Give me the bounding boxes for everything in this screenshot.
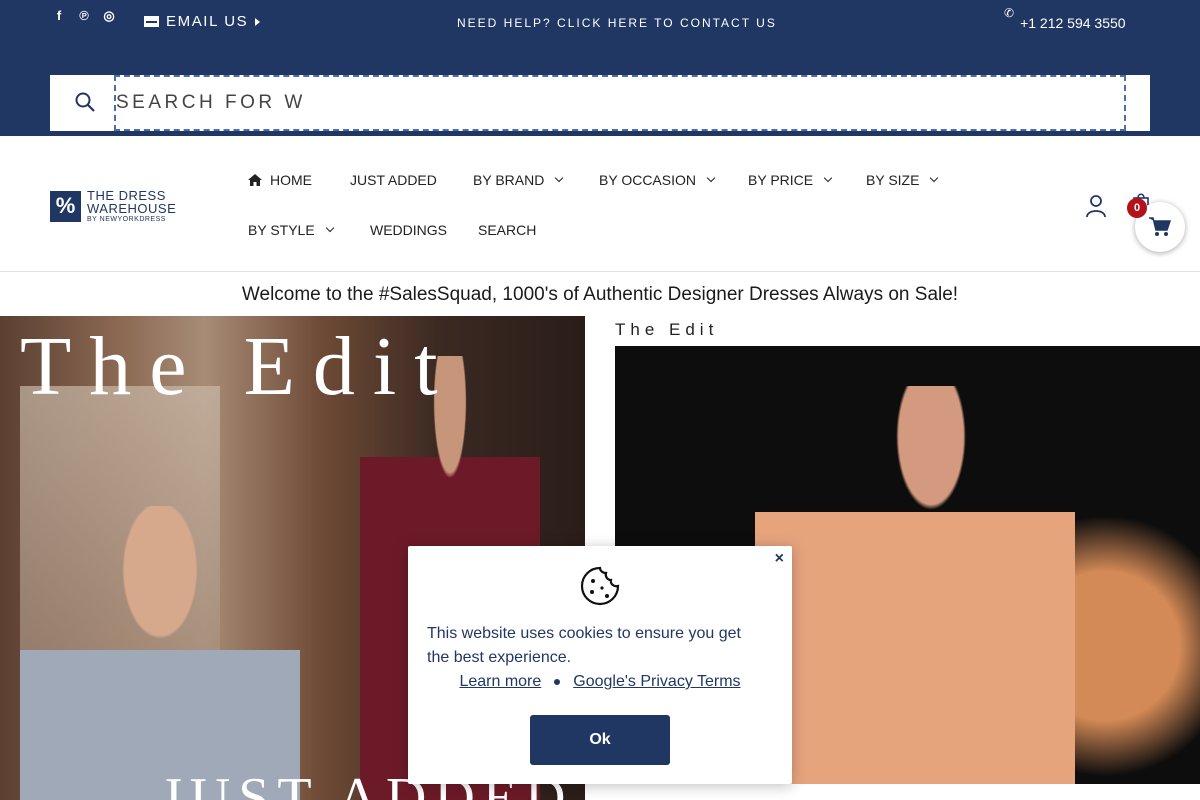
model-peach-gown [755, 386, 1075, 784]
hero-left-title: The Edit [20, 320, 456, 413]
phone-number: +1 212 594 3550 [1020, 15, 1126, 31]
nav-item-home[interactable]: HOME [248, 172, 312, 188]
nav-item-by-price[interactable]: BY PRICE [748, 172, 833, 188]
user-account-icon[interactable] [1084, 194, 1108, 218]
search-input[interactable] [114, 75, 1126, 131]
search-bar [50, 75, 1150, 131]
welcome-banner: Welcome to the #SalesSquad, 1000's of Au… [241, 284, 959, 305]
nav-item-by-style[interactable]: BY STYLE [248, 222, 334, 238]
home-icon [248, 174, 262, 186]
nav-label-by-size: BY SIZE [866, 172, 920, 188]
chevron-down-icon [325, 223, 334, 233]
cookie-ok-button[interactable]: Ok [530, 715, 670, 765]
logo-text: THE DRESS WAREHOUSE BY NEWYORKDRESS [87, 189, 176, 223]
caret-right-icon [255, 17, 261, 26]
logo-line3: BY NEWYORKDRESS [87, 216, 166, 223]
nav-label-by-brand: BY BRAND [473, 172, 545, 188]
nav-item-by-occasion[interactable]: BY OCCASION [599, 172, 716, 188]
chevron-down-icon [555, 173, 564, 183]
envelope-icon [144, 16, 159, 27]
learn-more-link[interactable]: Learn more [459, 673, 541, 690]
search-icon[interactable] [75, 92, 95, 112]
cookie-icon [580, 566, 620, 606]
whatsapp-icon: ✆ [1004, 6, 1015, 20]
pinterest-icon[interactable]: ℗ [77, 8, 91, 24]
privacy-terms-link[interactable]: Google's Privacy Terms [573, 673, 740, 690]
email-us-label: EMAIL US [166, 13, 249, 30]
nav-label-home: HOME [270, 172, 312, 188]
site-logo[interactable]: % THE DRESS WAREHOUSE BY NEWYORKDRESS [50, 189, 176, 223]
model-silver-dress [20, 506, 300, 800]
cookie-message: This website uses cookies to ensure you … [427, 625, 741, 666]
instagram-icon[interactable]: ◎ [102, 8, 116, 24]
nav-label-by-style: BY STYLE [248, 222, 315, 238]
cart-count-badge: 0 [1127, 198, 1147, 218]
facebook-icon[interactable]: f [52, 8, 66, 24]
nav-label-just-added: JUST ADDED [350, 172, 437, 188]
nav-item-search[interactable]: SEARCH [478, 222, 536, 238]
chevron-down-icon [823, 173, 833, 183]
nav-label-search: SEARCH [478, 222, 537, 238]
the-edit-label: The Edit [615, 320, 719, 339]
top-bar: f ℗ ◎ EMAIL US NEED HELP? CLICK HERE TO … [0, 0, 1200, 136]
site-header: % THE DRESS WAREHOUSE BY NEWYORKDRESS HO… [0, 136, 1200, 272]
chevron-down-icon [930, 173, 939, 183]
email-us-link[interactable]: EMAIL US [144, 13, 261, 30]
logo-mark: % [50, 190, 81, 222]
separator-dot [554, 678, 561, 685]
cookie-links: Learn more Google's Privacy Terms [408, 673, 792, 691]
nav-label-by-occasion: BY OCCASION [599, 172, 696, 188]
chevron-down-icon [706, 173, 716, 183]
logo-line2: WAREHOUSE [87, 201, 177, 216]
nav-item-by-brand[interactable]: BY BRAND [473, 172, 564, 188]
nav-item-by-size[interactable]: BY SIZE [866, 172, 939, 188]
cart-icon [1149, 217, 1171, 236]
cookie-consent-dialog: × This website uses cookies to ensure yo… [408, 546, 792, 784]
phone-link[interactable]: ✆ +1 212 594 3550 [1004, 6, 1126, 31]
close-icon[interactable]: × [775, 550, 784, 568]
nav-item-just-added[interactable]: JUST ADDED [350, 172, 437, 188]
nav-label-weddings: WEDDINGS [370, 222, 447, 238]
social-links: f ℗ ◎ [52, 8, 116, 24]
contact-help-link[interactable]: NEED HELP? CLICK HERE TO CONTACT US [457, 16, 777, 30]
nav-item-weddings[interactable]: WEDDINGS [370, 222, 447, 238]
nav-label-by-price: BY PRICE [748, 172, 814, 188]
